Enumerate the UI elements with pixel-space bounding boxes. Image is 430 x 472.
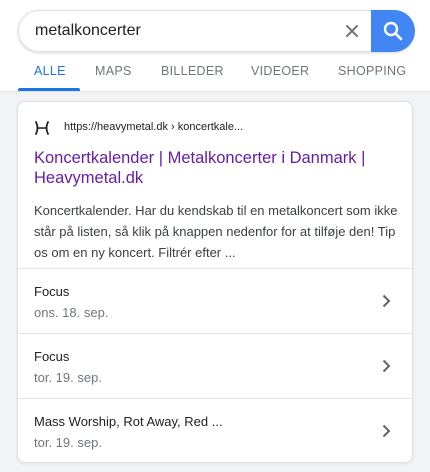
event-row[interactable]: Mass Worship, Rot Away, Red ... tor. 19.… — [18, 398, 412, 462]
active-tab-indicator — [18, 88, 80, 91]
tab-maps[interactable]: MAPS — [95, 64, 132, 78]
chevron-right-icon — [382, 359, 391, 373]
event-name: Mass Worship, Rot Away, Red ... — [34, 414, 223, 429]
search-button[interactable] — [371, 10, 415, 52]
search-icon — [383, 21, 403, 41]
search-header: metalkoncerter ALLE MAPS BILLEDER VIDEOE… — [0, 0, 430, 92]
event-row[interactable]: Focus ons. 18. sep. — [18, 268, 412, 332]
event-row[interactable]: Focus tor. 19. sep. — [18, 333, 412, 397]
tab-billeder[interactable]: BILLEDER — [161, 64, 224, 78]
event-name: Focus — [34, 284, 70, 299]
event-name: Focus — [34, 349, 70, 364]
tab-shopping[interactable]: SHOPPING — [338, 64, 406, 78]
result-url[interactable]: https://heavymetal.dk › koncertkale... — [64, 121, 243, 133]
chevron-right-icon — [382, 424, 391, 438]
tab-alle[interactable]: ALLE — [34, 64, 66, 78]
result-title-link[interactable]: Koncertkalender | Metalkoncerter i Danma… — [34, 148, 394, 188]
tab-videoer[interactable]: VIDEOER — [251, 64, 309, 78]
search-result-card: https://heavymetal.dk › koncertkale... K… — [17, 101, 413, 463]
search-input[interactable]: metalkoncerter — [35, 22, 141, 40]
event-date: tor. 19. sep. — [34, 370, 102, 385]
event-date: tor. 19. sep. — [34, 435, 102, 450]
chevron-right-icon — [382, 294, 391, 308]
heavymetal-favicon-icon — [35, 121, 49, 135]
search-bar[interactable]: metalkoncerter — [18, 10, 415, 52]
event-date: ons. 18. sep. — [34, 305, 109, 320]
result-snippet: Koncertkalender. Har du kendskab til en … — [34, 203, 398, 260]
close-icon[interactable] — [341, 20, 363, 42]
